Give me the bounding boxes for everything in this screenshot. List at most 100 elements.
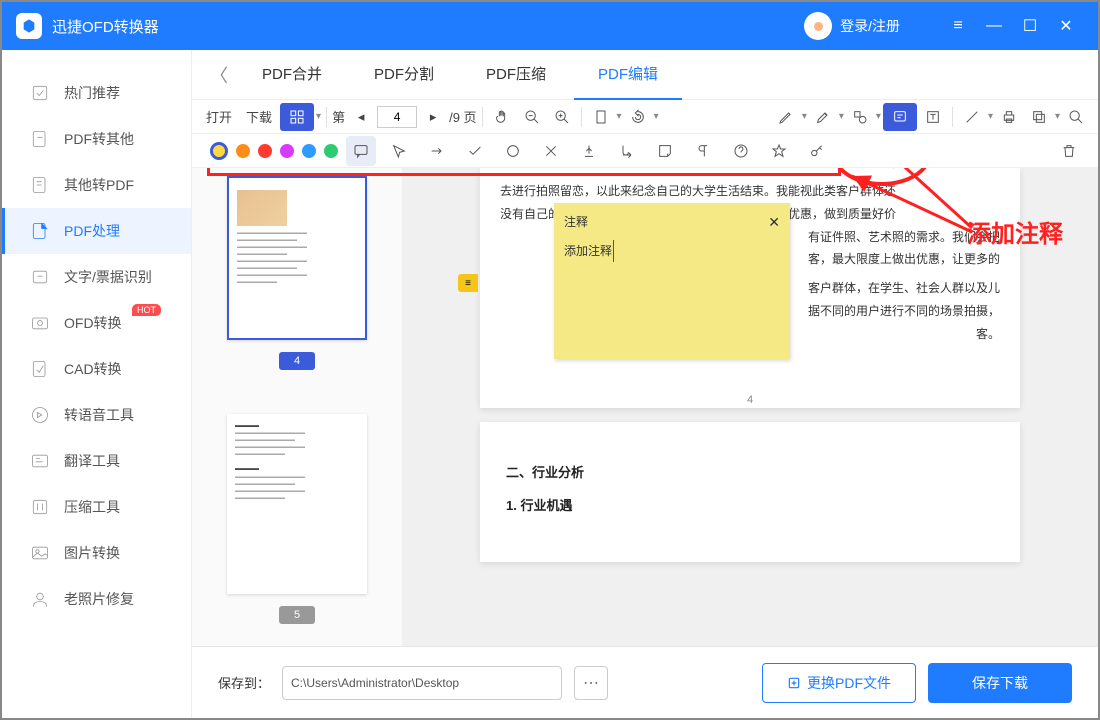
sidebar-item-ocr[interactable]: 文字/票据识别 [2,254,191,300]
zoom-in-icon[interactable] [548,103,576,131]
thumbnail-5[interactable]: ▬▬▬▬▬▬▬▬▬▬▬▬▬▬▬▬▬▬▬▬▬▬▬▬▬▬▬▬▬▬▬▬▬▬▬▬▬▬▬▬… [227,414,367,594]
color-orange[interactable] [236,144,250,158]
page-number: 4 [480,388,1020,408]
minimize-icon[interactable]: — [976,8,1012,44]
page-viewport[interactable]: ≡ 去进行拍照留恋，以此来纪念自己的大学生活结束。我能视此类客户群体还 没有自己… [402,168,1098,646]
sidebar-item-label: 压缩工具 [64,497,120,517]
sidebar-item-audio[interactable]: 转语音工具 [2,392,191,438]
help-icon[interactable] [726,136,756,166]
cross-icon[interactable] [536,136,566,166]
trash-icon[interactable] [1054,136,1084,166]
star-icon[interactable] [764,136,794,166]
thumb-num: 4 [279,352,315,370]
maximize-icon[interactable]: ☐ [1012,8,1048,44]
tab-compress[interactable]: PDF压缩 [462,50,570,100]
highlight-icon[interactable] [809,103,837,131]
sidebar-item-hot[interactable]: 热门推荐 [2,70,191,116]
close-icon[interactable]: ✕ [1048,8,1084,44]
tabs: 〈 PDF合并 PDF分割 PDF压缩 PDF编辑 [192,50,1098,100]
arrow-icon[interactable] [422,136,452,166]
app-title: 迅捷OFD转换器 [52,16,159,37]
tab-edit[interactable]: PDF编辑 [574,50,682,100]
sidebar-item-label: 其他转PDF [64,175,134,195]
sidebar-item-label: 老照片修复 [64,589,134,609]
section-heading: 二、行业分析 [506,462,994,481]
save-download-button[interactable]: 保存下载 [928,663,1072,703]
color-red[interactable] [258,144,272,158]
page-5: 二、行业分析 1. 行业机遇 [480,422,1020,562]
newpara-icon[interactable] [612,136,642,166]
change-pdf-button[interactable]: 更换PDF文件 [762,663,916,703]
sidebar-item-label: 热门推荐 [64,83,120,103]
sidebar-item-label: 文字/票据识别 [64,267,152,287]
sidebar-item-label: OFD转换 [64,313,122,333]
sidebar-item-compress[interactable]: 压缩工具 [2,484,191,530]
sidebar-item-pdf-process[interactable]: PDF处理 [2,208,191,254]
color-magenta[interactable] [280,144,294,158]
footer: 保存到： C:\Users\Administrator\Desktop ⋯ 更换… [192,646,1098,718]
text-box-icon[interactable] [919,103,947,131]
pen-icon[interactable] [772,103,800,131]
sidebar-item-ofd[interactable]: OFD转换HOT [2,300,191,346]
circle-icon[interactable] [498,136,528,166]
sticky-icon[interactable] [650,136,680,166]
search-icon[interactable] [1062,103,1090,131]
zoom-out-icon[interactable] [518,103,546,131]
save-to-label: 保存到： [218,673,270,692]
next-page-icon[interactable]: ▸ [419,103,447,131]
note-tool-icon[interactable] [883,103,917,131]
print-icon[interactable] [995,103,1023,131]
sidebar-item-cad[interactable]: CAD转换 [2,346,191,392]
app-logo [16,13,42,39]
thumbnails-toggle[interactable] [280,103,314,131]
color-blue[interactable] [302,144,316,158]
avatar-icon[interactable] [804,12,832,40]
sticky-note[interactable]: 注释 ✕ 添加注释 [554,203,790,359]
check-icon[interactable] [460,136,490,166]
main-toolbar: 打开 下载 ▾ 第 ◂ ▸ /9 页 ▾ ▾ ▾ ▾ ▾ [192,100,1098,134]
browse-button[interactable]: ⋯ [574,666,608,700]
tab-merge[interactable]: PDF合并 [238,50,346,100]
page-input[interactable] [377,106,417,128]
total-pages: /9 页 [449,107,476,126]
sticky-close-icon[interactable]: ✕ [768,209,780,236]
download-button[interactable]: 下载 [240,103,278,131]
note-marker-icon[interactable]: ≡ [458,274,478,292]
hand-tool-icon[interactable] [488,103,516,131]
titlebar: 迅捷OFD转换器 登录/注册 ≡ — ☐ ✕ [2,2,1098,50]
open-button[interactable]: 打开 [200,103,238,131]
tab-split[interactable]: PDF分割 [350,50,458,100]
key-icon[interactable] [802,136,832,166]
line-icon[interactable] [958,103,986,131]
sidebar-item-pdf-to[interactable]: PDF转其他 [2,116,191,162]
sidebar-item-label: 转语音工具 [64,405,134,425]
copy-icon[interactable] [1025,103,1053,131]
sidebar: 热门推荐 PDF转其他 其他转PDF PDF处理 文字/票据识别 OFD转换HO… [2,50,192,718]
annotation-bar [192,134,1098,168]
shapes-icon[interactable] [846,103,874,131]
insert-icon[interactable] [574,136,604,166]
color-green[interactable] [324,144,338,158]
save-path-input[interactable]: C:\Users\Administrator\Desktop [282,666,562,700]
sidebar-item-label: CAD转换 [64,359,122,379]
page-label: 第 [332,107,345,126]
pilcrow-icon[interactable] [688,136,718,166]
thumbnail-panel: ▬▬▬▬▬▬▬▬▬▬▬▬▬▬▬▬▬▬▬▬▬▬▬▬▬▬▬▬▬▬▬▬▬▬▬▬▬▬▬▬… [192,168,402,646]
color-yellow[interactable] [210,142,228,160]
prev-page-icon[interactable]: ◂ [347,103,375,131]
sticky-body[interactable]: 添加注释 [564,240,614,263]
sidebar-item-to-pdf[interactable]: 其他转PDF [2,162,191,208]
menu-icon[interactable]: ≡ [940,8,976,44]
login-link[interactable]: 登录/注册 [840,16,900,36]
sidebar-item-label: 图片转换 [64,543,120,563]
back-icon[interactable]: 〈 [204,62,234,88]
rotate-icon[interactable] [624,103,652,131]
fit-page-icon[interactable] [587,103,615,131]
thumbnail-4[interactable]: ▬▬▬▬▬▬▬▬▬▬▬▬▬▬▬▬▬▬▬▬▬▬▬▬▬▬▬▬▬▬▬▬▬▬▬▬▬▬▬▬… [227,176,367,340]
sidebar-item-translate[interactable]: 翻译工具 [2,438,191,484]
page-4: ≡ 去进行拍照留恋，以此来纪念自己的大学生活结束。我能视此类客户群体还 没有自己… [480,168,1020,408]
sidebar-item-image[interactable]: 图片转换 [2,530,191,576]
comment-icon[interactable] [346,136,376,166]
cursor-icon[interactable] [384,136,414,166]
sidebar-item-restore[interactable]: 老照片修复 [2,576,191,622]
